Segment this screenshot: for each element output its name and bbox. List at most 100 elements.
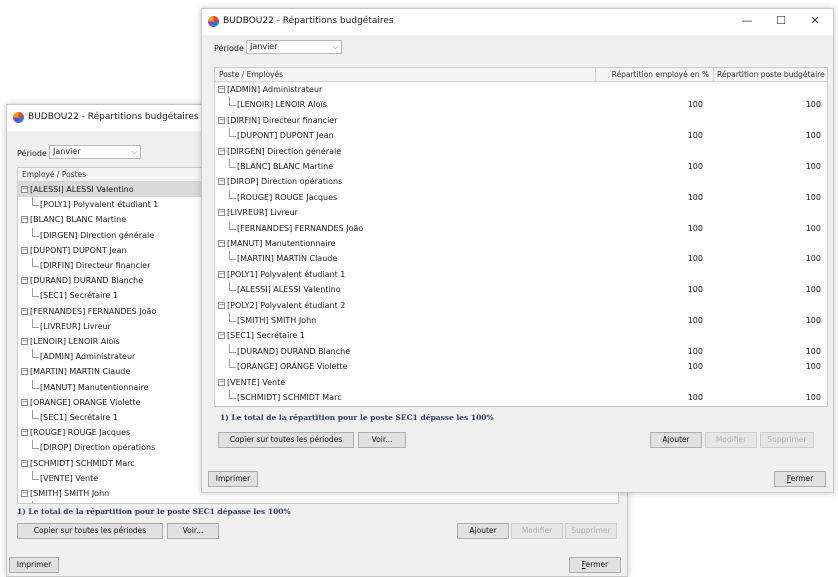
expand-toggle-icon[interactable]: − — [21, 216, 28, 224]
copy-all-periods-button[interactable]: Copier sur toutes les périodes — [17, 523, 163, 539]
tree-connector — [32, 470, 39, 480]
expand-toggle-icon[interactable]: − — [21, 307, 28, 315]
tree-group-row[interactable]: − [POLY2] Polyvalent étudiant 2 — [215, 298, 827, 313]
tree-connector — [32, 440, 39, 450]
position-tree-grid[interactable]: Poste / Employés Répartition employé en … — [214, 67, 828, 407]
window-title: BUDBOU22 - Répartitions budgétaires — [28, 112, 199, 122]
tree-group-row[interactable]: − [DIRFIN] Directeur financier — [215, 113, 827, 128]
title-bar[interactable]: BUDBOU22 - Répartitions budgétaires — ☐ … — [202, 9, 833, 35]
budget-pct-value: 100 — [805, 223, 821, 233]
column-header-position[interactable]: Poste / Employés — [219, 68, 579, 81]
expand-toggle-icon[interactable]: − — [21, 398, 28, 406]
expand-toggle-icon[interactable]: − — [218, 116, 225, 124]
tree-connector — [32, 288, 39, 298]
expand-toggle-icon[interactable]: − — [21, 368, 28, 376]
tree-child-row[interactable]: [SMITH] SMITH John 100 100 — [215, 313, 827, 328]
tree-connector — [229, 128, 236, 138]
budget-pct-value: 100 — [805, 100, 821, 110]
modify-button[interactable]: Modifier — [705, 432, 757, 448]
tree-connector — [32, 197, 39, 207]
row-label: [DIROP] Direction opérations — [227, 177, 343, 187]
expand-toggle-icon[interactable]: − — [218, 147, 225, 155]
print-button[interactable]: Imprimer — [9, 557, 59, 573]
expand-toggle-icon[interactable]: − — [218, 240, 225, 247]
column-separator[interactable] — [595, 68, 596, 81]
tree-group-row[interactable]: − [MANUT] Manutentionnaire — [215, 236, 827, 251]
scroll-down-icon[interactable]: ⌄ — [610, 501, 616, 503]
delete-button[interactable]: Supprimer — [760, 432, 814, 448]
close-button[interactable]: Fermer — [569, 557, 621, 573]
column-header-employee[interactable]: Employé / Postes — [22, 168, 86, 181]
expand-toggle-icon[interactable]: − — [218, 178, 225, 186]
grid-header: Poste / Employés Répartition employé en … — [215, 68, 827, 82]
expand-toggle-icon[interactable]: − — [218, 378, 225, 386]
row-label: [POLY2] Polyvalent étudiant 2 — [227, 300, 346, 310]
tree-connector — [229, 189, 236, 199]
print-button[interactable]: Imprimer — [208, 471, 258, 487]
tree-child-row[interactable]: [FERNANDES] FERNANDES João 100 100 — [215, 220, 827, 236]
view-button[interactable]: Voir... — [167, 523, 219, 539]
budget-pct-value: 100 — [805, 362, 821, 372]
row-label: [BLANC] BLANC Martine — [237, 162, 334, 171]
close-button[interactable]: Fermer — [774, 471, 826, 487]
tree-child-row[interactable]: [DURAND] DURAND Blanche 100 100 — [215, 343, 827, 359]
tree-child-row[interactable]: [MARTIN] MARTIN Claude 100 100 — [215, 251, 827, 266]
expand-toggle-icon[interactable]: − — [21, 429, 28, 437]
expand-toggle-icon[interactable]: − — [218, 332, 225, 340]
employee-pct-value: 100 — [687, 316, 703, 325]
copy-all-periods-button[interactable]: Copier sur toutes les périodes — [218, 432, 354, 448]
column-separator[interactable] — [713, 68, 714, 81]
expand-toggle-icon[interactable]: − — [21, 186, 28, 193]
expand-toggle-icon[interactable]: − — [218, 86, 225, 93]
minimize-button[interactable]: — — [733, 11, 761, 31]
row-label: [POLY2] Polyvalent étudiant 2 — [40, 501, 158, 503]
close-label-rest: ermer — [790, 474, 814, 483]
row-label: [POLY1] Polyvalent étudiant 1 — [40, 200, 159, 210]
view-button[interactable]: Voir... — [358, 432, 406, 448]
modify-button[interactable]: Modifier — [511, 523, 563, 539]
tree-child-row[interactable]: [SCHMIDT] SCHMIDT Marc 100 100 — [215, 390, 827, 405]
row-label: [POLY1] Polyvalent étudiant 1 — [227, 269, 346, 279]
tree-group-row[interactable]: − [LIVREUR] Livreur — [215, 205, 827, 220]
tree-group-row[interactable]: − [SEC1] Secrétaire 1 — [215, 328, 827, 343]
row-label: [SEC1] Secrétaire 1 — [227, 331, 305, 341]
tree-group-row[interactable]: − [POLY1] Polyvalent étudiant 1 — [215, 267, 827, 282]
budget-pct-value: 100 — [805, 254, 821, 264]
tree-group-row[interactable]: − [VENTE] Vente — [215, 375, 827, 390]
tree-child-row[interactable]: [ALESSI] ALESSI Valentino 100 100 — [215, 282, 827, 297]
window-close-button[interactable]: ✕ — [801, 11, 829, 31]
expand-toggle-icon[interactable]: − — [218, 270, 225, 278]
period-select[interactable]: Janvier ⌵ — [246, 40, 342, 54]
expand-toggle-icon[interactable]: − — [218, 209, 225, 217]
row-label: [DIRFIN] Directeur financier — [227, 115, 338, 125]
tree-child-row[interactable]: [ROUGE] ROUGE Jacques 100 100 — [215, 189, 827, 205]
tree-child-row[interactable]: [DUPONT] DUPONT Jean 100 100 — [215, 128, 827, 143]
row-label: [SMITH] SMITH John — [30, 489, 110, 498]
column-header-employee-pct[interactable]: Répartition employé en % — [599, 68, 709, 81]
expand-toggle-icon[interactable]: − — [21, 277, 28, 285]
period-select[interactable]: Janvier ⌵ — [49, 145, 141, 159]
column-header-budget-pct[interactable]: Répartition poste budgétaire ... — [717, 68, 827, 81]
tree-group-row[interactable]: − [ADMIN] Administrateur — [215, 82, 827, 97]
add-button[interactable]: Ajouter — [457, 523, 509, 539]
tree-connector — [32, 258, 39, 267]
expand-toggle-icon[interactable]: − — [21, 459, 28, 467]
expand-toggle-icon[interactable]: − — [218, 301, 225, 309]
expand-toggle-icon[interactable]: − — [21, 490, 28, 497]
maximize-button[interactable]: ☐ — [767, 11, 795, 31]
tree-child-row[interactable]: [POLY2] Polyvalent étudiant 2100100⌄ — [18, 501, 618, 503]
tree-child-row[interactable]: [LENOIR] LENOIR Aloïs 100 100 — [215, 97, 827, 112]
expand-toggle-icon[interactable]: − — [21, 246, 28, 254]
tree-group-row[interactable]: − [DIROP] Direction opérations — [215, 174, 827, 189]
employee-pct-value: 100 — [687, 162, 703, 171]
window-title: BUDBOU22 - Répartitions budgétaires — [223, 16, 394, 26]
row-label: [VENTE] Vente — [40, 473, 99, 483]
tree-child-row[interactable]: [BLANC] BLANC Martine 100 100 — [215, 159, 827, 174]
tree-child-row[interactable]: [ORANGE] ORANGE Violette 100 100 — [215, 359, 827, 374]
row-label: [ROUGE] ROUGE Jacques — [237, 192, 338, 202]
expand-toggle-icon[interactable]: − — [21, 338, 28, 345]
add-button[interactable]: Ajouter — [650, 432, 702, 448]
row-label: [DURAND] DURAND Blanche — [30, 276, 144, 286]
tree-group-row[interactable]: − [DIRGEN] Direction générale — [215, 144, 827, 159]
delete-button[interactable]: Supprimer — [565, 523, 617, 539]
